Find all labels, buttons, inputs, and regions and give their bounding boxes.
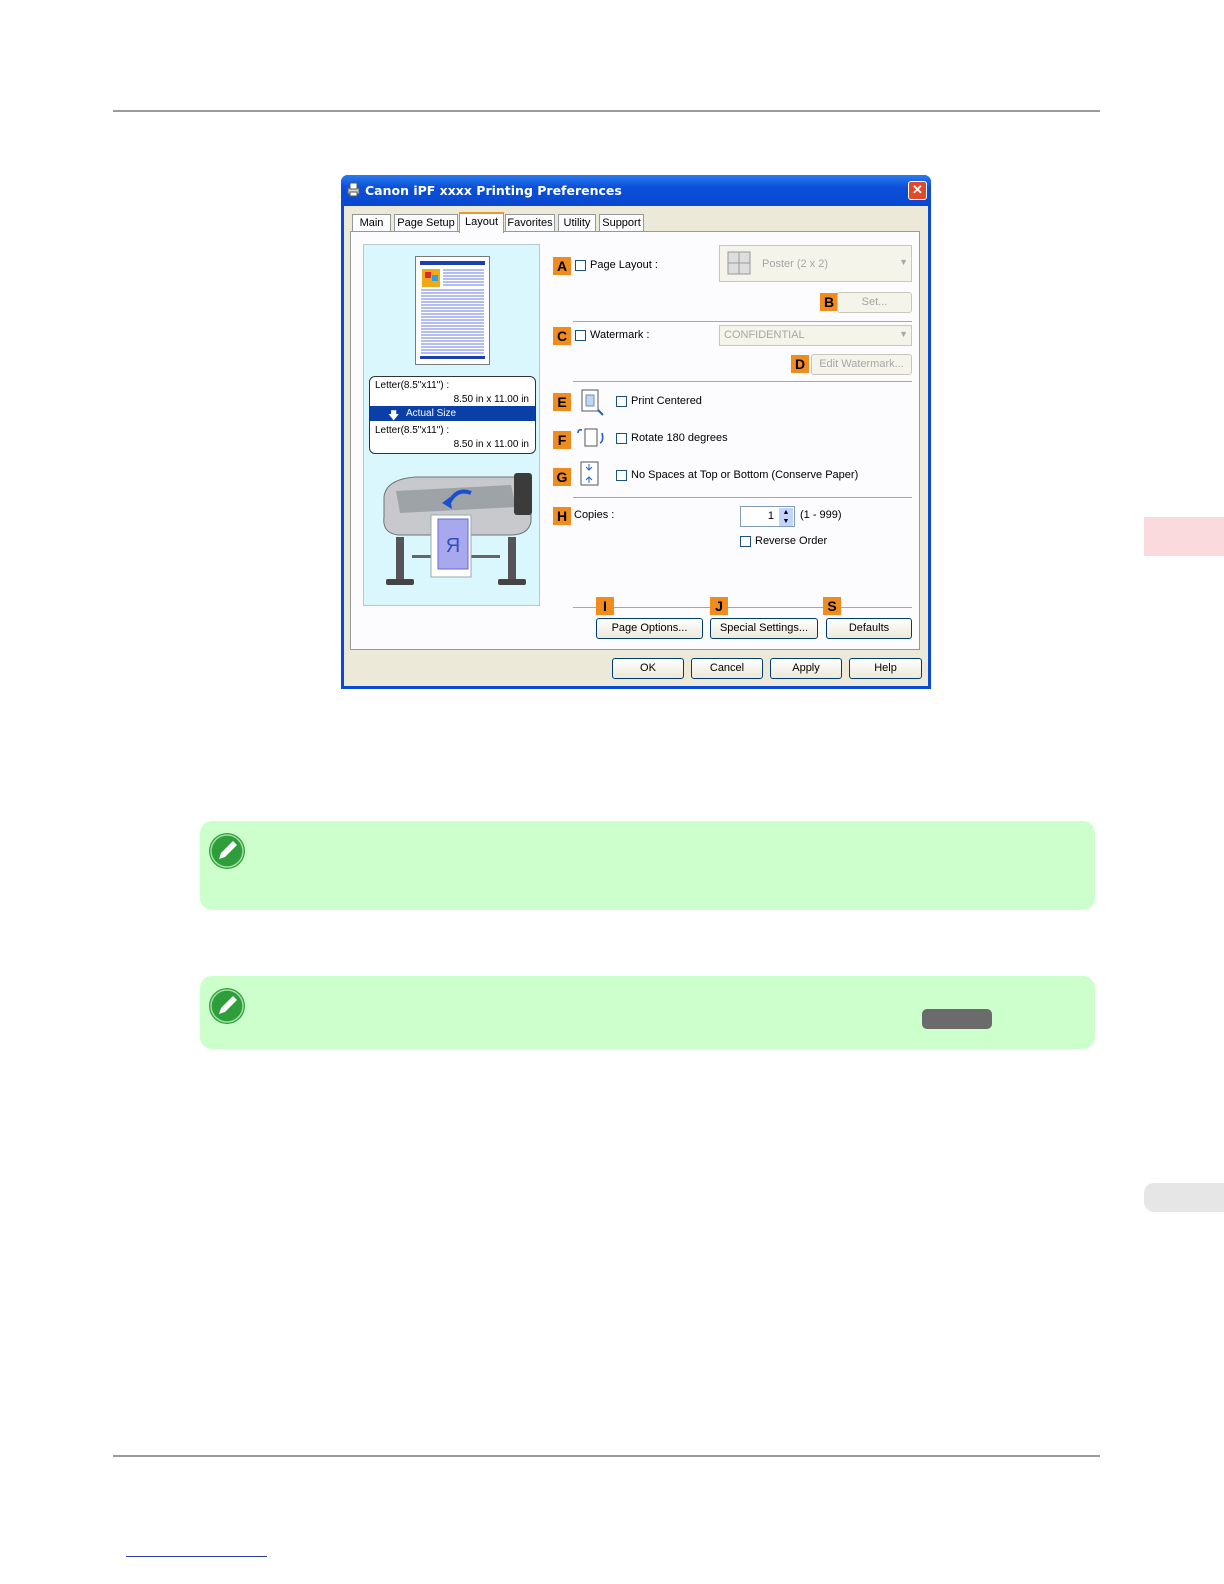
- spin-up-icon[interactable]: ▲: [779, 508, 793, 517]
- watermark-label: Watermark :: [590, 329, 650, 341]
- dialog-title: Canon iPF xxxx Printing Preferences: [365, 183, 622, 198]
- page-layout-value: Poster (2 x 2): [762, 258, 829, 270]
- callout-e: E: [553, 393, 571, 411]
- apply-button[interactable]: Apply: [770, 658, 842, 679]
- callout-h: H: [553, 507, 571, 525]
- tab-favorites[interactable]: Favorites: [505, 214, 555, 231]
- callout-s: S: [823, 597, 841, 615]
- watermark-select[interactable]: CONFIDENTIAL ▼: [719, 325, 912, 346]
- page-layout-checkbox[interactable]: [575, 260, 586, 271]
- page-options-button[interactable]: Page Options...: [596, 618, 703, 639]
- size-line-3: Letter(8.5"x11") :: [375, 425, 450, 436]
- size-line-4: 8.50 in x 11.00 in: [453, 439, 529, 450]
- note-pencil-icon: [209, 988, 245, 1024]
- rotate-180-checkbox[interactable]: [616, 433, 627, 444]
- conserve-paper-icon: [580, 461, 599, 486]
- copies-label: Copies :: [574, 509, 615, 521]
- set-button[interactable]: Set...: [837, 292, 912, 313]
- copies-value: 1: [767, 510, 774, 522]
- header-rule: [113, 110, 1100, 112]
- callout-b: B: [820, 293, 838, 311]
- dialog-client-area: Main Page Setup Layout Favorites Utility…: [344, 206, 928, 686]
- separator-4: [573, 607, 912, 608]
- size-line-1: Letter(8.5"x11") :: [375, 380, 450, 391]
- page-lines-graphic: [420, 261, 485, 359]
- defaults-button[interactable]: Defaults: [826, 618, 912, 639]
- footer-link-underline[interactable]: [126, 1556, 267, 1557]
- dropdown-arrow-icon: ▼: [899, 329, 908, 339]
- separator-2: [573, 381, 912, 382]
- reference-button[interactable]: [922, 1009, 992, 1029]
- ok-button[interactable]: OK: [612, 658, 684, 679]
- layout-tab-panel: Letter(8.5"x11") : 8.50 in x 11.00 in 🡇 …: [350, 231, 920, 650]
- callout-i: I: [596, 597, 614, 615]
- dialog-titlebar[interactable]: Canon iPF xxxx Printing Preferences ✕: [341, 175, 931, 206]
- no-spaces-label: No Spaces at Top or Bottom (Conserve Pap…: [631, 469, 859, 481]
- note-box-2: [200, 976, 1095, 1049]
- cancel-button[interactable]: Cancel: [691, 658, 763, 679]
- print-centered-icon: [581, 389, 604, 416]
- dropdown-arrow-icon: ▼: [899, 257, 908, 267]
- arrow-down-icon: 🡇: [388, 410, 400, 422]
- tab-utility[interactable]: Utility: [558, 214, 596, 231]
- note-pencil-icon: [209, 833, 245, 869]
- tab-layout[interactable]: Layout: [459, 212, 504, 233]
- tab-support[interactable]: Support: [599, 214, 644, 231]
- callout-d: D: [791, 355, 809, 373]
- copies-spinbox[interactable]: 1 ▲ ▼: [740, 506, 795, 527]
- special-settings-button[interactable]: Special Settings...: [710, 618, 818, 639]
- paper-size-box: Letter(8.5"x11") : 8.50 in x 11.00 in 🡇 …: [369, 376, 536, 454]
- print-centered-label: Print Centered: [631, 395, 702, 407]
- tab-main[interactable]: Main: [352, 214, 391, 231]
- preview-pane: Letter(8.5"x11") : 8.50 in x 11.00 in 🡇 …: [363, 244, 540, 606]
- size-line-2: 8.50 in x 11.00 in: [453, 394, 529, 405]
- rotate-icon: [577, 428, 604, 447]
- copies-range: (1 - 999): [800, 509, 842, 521]
- watermark-checkbox[interactable]: [575, 330, 586, 341]
- section-side-tab[interactable]: [1144, 1183, 1224, 1212]
- footer-rule: [113, 1455, 1100, 1457]
- note-box-1: [200, 821, 1095, 910]
- separator-1: [573, 321, 912, 322]
- callout-c: C: [553, 327, 571, 345]
- spin-down-icon[interactable]: ▼: [779, 517, 793, 526]
- reverse-order-checkbox[interactable]: [740, 536, 751, 547]
- page-layout-label: Page Layout :: [590, 259, 658, 271]
- help-button[interactable]: Help: [849, 658, 922, 679]
- scaling-row: 🡇 Actual Size: [370, 406, 535, 422]
- page-preview-thumbnail: [415, 256, 490, 365]
- scaling-label: Actual Size: [406, 408, 457, 419]
- printer-illustration: R: [383, 473, 532, 585]
- separator-3: [573, 497, 912, 498]
- preview-r-letter: R: [446, 535, 460, 557]
- printer-icon: [347, 182, 360, 197]
- callout-a: A: [553, 257, 571, 275]
- poster-layout-icon: [727, 251, 751, 275]
- callout-f: F: [553, 431, 571, 449]
- page-layout-select[interactable]: Poster (2 x 2) ▼: [719, 245, 912, 282]
- print-centered-checkbox[interactable]: [616, 396, 627, 407]
- edit-watermark-button[interactable]: Edit Watermark...: [811, 354, 912, 375]
- callout-j: J: [710, 597, 728, 615]
- close-icon[interactable]: ✕: [908, 181, 927, 200]
- watermark-value: CONFIDENTIAL: [724, 329, 805, 341]
- printing-preferences-dialog: Canon iPF xxxx Printing Preferences ✕ Ma…: [341, 175, 931, 689]
- callout-g: G: [553, 468, 571, 486]
- tab-page-setup[interactable]: Page Setup: [394, 214, 458, 231]
- reverse-order-label: Reverse Order: [755, 535, 828, 547]
- rotate-180-label: Rotate 180 degrees: [631, 432, 728, 444]
- chapter-side-tab[interactable]: [1144, 517, 1224, 556]
- no-spaces-checkbox[interactable]: [616, 470, 627, 481]
